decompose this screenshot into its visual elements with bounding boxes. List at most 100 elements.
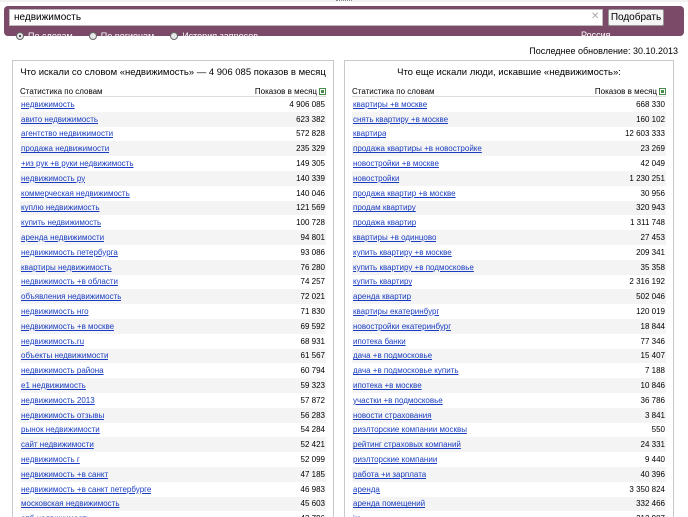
radio-icon[interactable] [16,31,24,40]
query-link[interactable]: московская недвижимость [21,499,120,508]
query-link[interactable]: недвижимость отзывы [21,411,104,420]
query-link[interactable]: продажа квартир [353,218,416,227]
table-row: продажа квартир +в москве 30 956 [352,186,666,201]
radio-query-history[interactable]: История запросов [170,30,258,41]
query-link[interactable]: недвижимость +в санкт петербурге [21,485,151,494]
table-row: irr212 987 [352,511,666,517]
table-row: аренда помещений 332 466 [352,496,666,512]
query-link[interactable]: квартиры +в одинцово [353,233,436,242]
table-row: недвижимость района 60 794 [20,363,326,378]
table-row: продажа квартир 1 311 748 [352,215,666,230]
query-link[interactable]: рейтинг страховых компаний [353,440,461,449]
query-link[interactable]: работа +и зарплата [353,470,426,479]
query-link[interactable]: снять квартиру +в москве [353,115,448,124]
table-row: продажа квартиры +в новостройке 23 269 [352,141,666,157]
impressions-count: 61 567 [300,351,325,361]
impressions-count: 30 956 [640,188,665,198]
query-link[interactable]: продажа квартир +в москве [353,189,456,198]
export-table-icon[interactable] [319,87,326,95]
drag-handle[interactable] [336,0,352,2]
query-link[interactable]: недвижимость петербурга [21,248,118,257]
impressions-count: 623 382 [296,114,325,124]
query-link[interactable]: аренда квартир [353,292,411,301]
query-link[interactable]: недвижимость ру [21,174,85,183]
query-link[interactable]: коммерческая недвижимость [21,189,130,198]
table-row: работа +и зарплата 40 396 [352,466,666,482]
query-link[interactable]: недвижимость нго [21,307,89,316]
radio-by-words[interactable]: По словам [16,30,73,41]
query-link[interactable]: квартиры +в москве [353,100,427,109]
query-link[interactable]: продажа квартиры +в новостройке [353,144,482,153]
query-link[interactable]: участки +в подмосковье [353,396,443,405]
table-row: коммерческая недвижимость 140 046 [20,186,326,201]
query-link[interactable]: рынок недвижимости [21,425,100,434]
query-link[interactable]: аренда [353,485,380,494]
query-link[interactable]: купить квартиру [353,277,412,286]
query-link[interactable]: объекты недвижимости [21,351,108,360]
query-link[interactable]: аренда помещений [353,499,425,508]
query-link[interactable]: недвижимость района [21,366,104,375]
query-link[interactable]: недвижимость +в москве [21,322,114,331]
table-row: новостройки +в москве 42 049 [352,156,666,171]
query-link[interactable]: +из рук +в руки недвижимость [21,159,134,168]
query-link[interactable]: купить квартиру +в москве [353,248,452,257]
export-table-icon[interactable] [659,87,666,95]
query-link[interactable]: дача +в подмосковье [353,351,432,360]
table-row: купить квартиру +в подмосковье 35 358 [352,259,666,275]
impressions-count: 160 102 [636,114,665,124]
query-link[interactable]: недвижимость 2013 [21,396,95,405]
search-input[interactable]: недвижимость [9,9,603,26]
query-link[interactable]: квартира [353,129,386,138]
query-link[interactable]: квартиры екатеринбург [353,307,439,316]
column-query-label: Статистика по словам [352,87,435,96]
impressions-count: 1 230 251 [629,173,665,183]
clear-icon[interactable]: ✕ [591,12,599,22]
impressions-count: 12 603 333 [624,129,665,139]
query-link[interactable]: купить квартиру +в подмосковье [353,263,474,272]
query-link[interactable]: недвижимость [21,100,75,109]
query-link[interactable]: недвижимость.ru [21,337,84,346]
query-link[interactable]: новостройки екатеринбург [353,322,451,331]
table-row: ипотека банки 77 346 [352,334,666,349]
query-link[interactable]: е1 недвижимость [21,381,86,390]
query-link[interactable]: объявления недвижимость [21,292,121,301]
query-link[interactable]: риэлторские компании [353,455,437,464]
query-link[interactable]: купить недвижимость [21,218,101,227]
impressions-count: 23 269 [640,144,665,154]
radio-icon[interactable] [170,31,179,40]
query-link[interactable]: недвижимость +в области [21,277,118,286]
query-link[interactable]: продажа недвижимости [21,144,109,153]
query-link[interactable]: агентство недвижимости [21,129,113,138]
impressions-count: 4 906 085 [289,99,325,109]
query-link[interactable]: риэлторские компании москвы [353,425,467,434]
query-link[interactable]: аренда недвижимости [21,233,104,242]
impressions-count: 2 316 192 [629,277,665,287]
query-link[interactable]: ипотека +в москве [353,381,422,390]
impressions-count: 18 844 [640,321,665,331]
table-row: опб недвижимость43 796 [20,511,326,517]
query-link[interactable]: квартиры недвижимость [21,263,112,272]
impressions-count: 572 828 [296,129,325,139]
radio-icon[interactable] [88,31,97,40]
query-link[interactable]: дача +в подмосковье купить [353,366,459,375]
impressions-count: 52 421 [300,440,325,450]
search-button[interactable]: Подобрать [608,9,664,26]
query-link[interactable]: продам квартиру [353,203,416,212]
query-link[interactable]: новости страхования [353,411,432,420]
query-link[interactable]: недвижимость +в санкт [21,470,108,479]
radio-by-regions[interactable]: По регионам [88,30,154,41]
impressions-count: 9 440 [644,455,665,465]
table-row: дача +в подмосковье 15 407 [352,348,666,364]
query-link[interactable]: недвижимость г [21,455,80,464]
query-link[interactable]: новостройки +в москве [353,159,439,168]
query-link[interactable]: ипотека банки [353,337,406,346]
query-link[interactable]: новостройки [353,174,399,183]
query-link[interactable]: авито недвижимость [21,115,98,124]
impressions-count: 332 466 [636,499,665,509]
query-link[interactable]: сайт недвижимости [21,440,94,449]
impressions-count: 52 099 [300,455,325,465]
region-link[interactable]: Россия [581,30,611,40]
table-row: новостройки 1 230 251 [352,170,666,186]
query-link[interactable]: куплю недвижимость [21,203,100,212]
impressions-count: 54 284 [300,425,325,435]
